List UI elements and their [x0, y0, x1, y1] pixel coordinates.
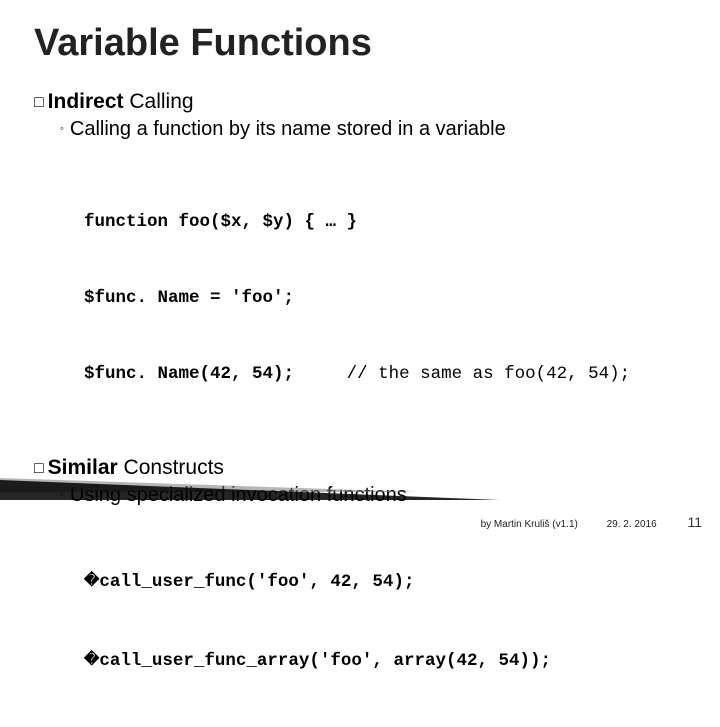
footer-page-number: 11 [687, 514, 702, 530]
code-line: call_user_func('foo', 42, 54); [99, 572, 414, 592]
slide: Variable Functions □Indirect Calling ◦Ca… [0, 0, 720, 727]
square-bullet-icon: □ [34, 94, 48, 111]
footer-author: by Martin Kruliš (v1.1) [481, 519, 578, 530]
code-block-1: function foo($x, $y) { … } $func. Name =… [84, 159, 686, 438]
decorative-triangle-black [0, 480, 500, 500]
square-bullet-icon: □ [34, 460, 48, 477]
code-line: call_user_func_array('foo', array(42, 54… [99, 651, 551, 671]
section-indirect-calling: □Indirect Calling ◦Calling a function by… [34, 87, 686, 439]
unknown-glyph-icon: � [84, 651, 99, 668]
slide-title: Variable Functions [34, 22, 686, 65]
diamond-bullet-icon: ◦ [60, 123, 70, 135]
unknown-glyph-icon: � [84, 572, 99, 589]
footer: by Martin Kruliš (v1.1) 29. 2. 2016 11 [0, 514, 702, 530]
heading-rest: Calling [129, 90, 193, 113]
heading-bold-part: Similar [48, 456, 124, 479]
code-spacer [294, 364, 347, 384]
sub-bullet-1: ◦Calling a function by its name stored i… [60, 118, 686, 141]
heading-bold-part: Indirect [48, 90, 130, 113]
code-comment: // the same as foo(42, 54); [347, 364, 631, 384]
code-line: $func. Name = 'foo'; [84, 288, 294, 308]
bullet-heading-1: □Indirect Calling [34, 87, 686, 116]
code-line-left: $func. Name(42, 54); [84, 364, 294, 384]
sub-text-1: Calling a function by its name stored in… [70, 118, 506, 140]
footer-date: 29. 2. 2016 [607, 519, 657, 530]
code-line: function foo($x, $y) { … } [84, 212, 357, 232]
code-block-2: �call_user_func('foo', 42, 54); �call_us… [84, 517, 686, 727]
heading-rest: Constructs [124, 456, 224, 479]
